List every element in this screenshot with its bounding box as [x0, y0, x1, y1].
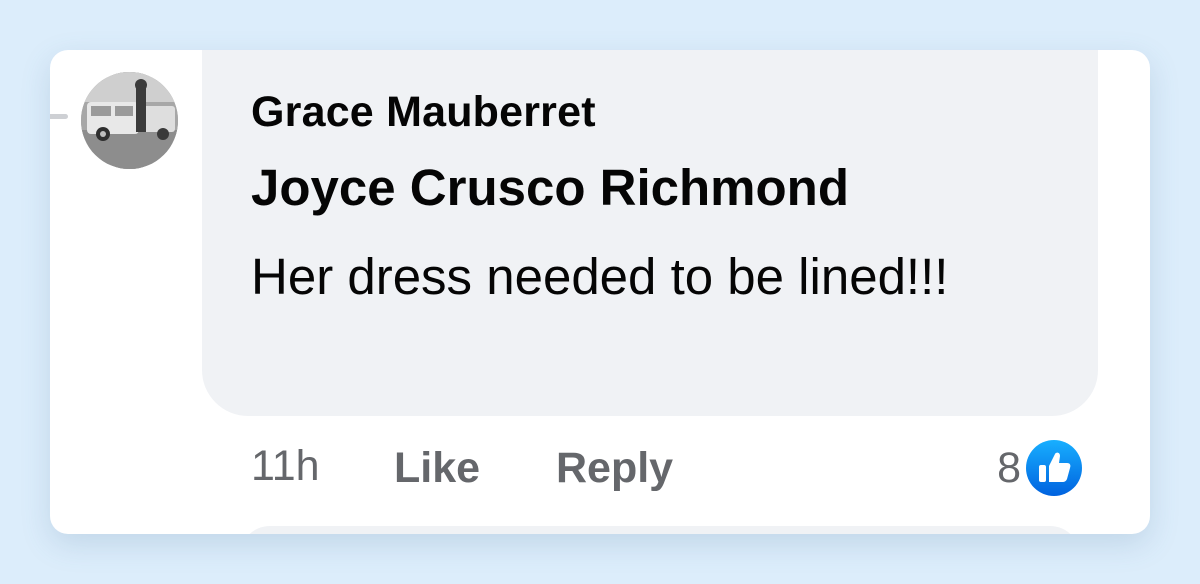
avatar-photo [81, 72, 178, 169]
tagged-user-name[interactable]: Joyce Crusco Richmond [251, 158, 849, 217]
comment-timestamp[interactable]: 11h [251, 442, 320, 491]
avatar[interactable] [81, 72, 178, 169]
comment-card: Grace Mauberret Joyce Crusco Richmond He… [50, 50, 1150, 534]
like-thumbs-up-icon [1023, 437, 1085, 499]
comment-text: Her dress needed to be lined!!! [251, 248, 949, 305]
reaction-count: 8 [997, 443, 1021, 492]
reaction-summary[interactable]: 8 [997, 437, 1085, 499]
next-comment-bubble-edge [240, 526, 1080, 534]
comment-actions: 11h Like Reply 8 [251, 437, 1131, 499]
comment-author-name[interactable]: Grace Mauberret [251, 88, 596, 137]
reply-button[interactable]: Reply [556, 444, 673, 493]
like-button[interactable]: Like [394, 444, 480, 493]
thread-connector-line [50, 114, 68, 119]
